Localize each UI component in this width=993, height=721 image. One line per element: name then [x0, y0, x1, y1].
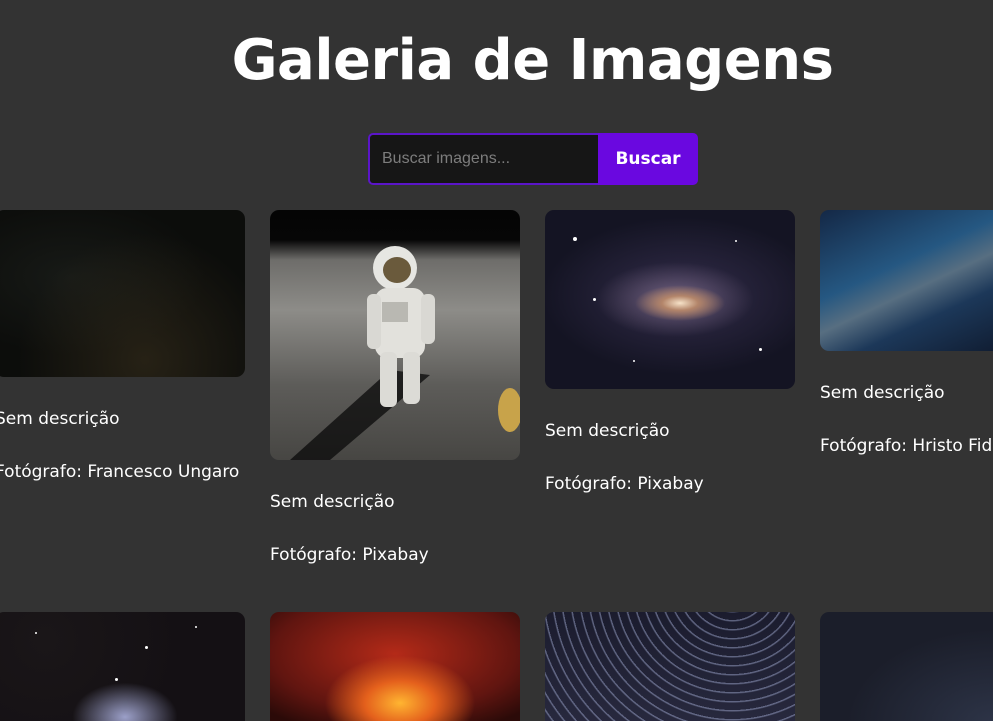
card-description: Sem descrição [820, 383, 945, 403]
gallery-card: Sem descrição Fotógrafo: Pixabay [545, 210, 795, 499]
gallery-card: Sem descrição Fotógrafo: Francesco Ungar… [0, 210, 245, 487]
gallery-card: Sem descrição Fotógrafo: Hristo Fidanov [820, 210, 993, 461]
card-image[interactable] [270, 612, 520, 721]
card-image[interactable] [0, 210, 245, 377]
gallery-page: Galeria de Imagens Buscar Sem descrição … [0, 0, 993, 721]
gallery-card [820, 612, 993, 721]
card-image[interactable] [0, 612, 245, 721]
card-photographer: Fotógrafo: Francesco Ungaro [0, 462, 240, 482]
astronaut-illustration [290, 246, 520, 460]
search-button[interactable]: Buscar [598, 133, 698, 185]
search-input[interactable] [368, 133, 598, 185]
card-description: Sem descrição [270, 492, 395, 512]
gallery-card [545, 612, 795, 721]
gallery-card [270, 612, 520, 721]
card-description: Sem descrição [545, 421, 670, 441]
card-photographer: Fotógrafo: Pixabay [270, 545, 429, 565]
card-image[interactable] [545, 210, 795, 389]
page-title: Galeria de Imagens [231, 28, 834, 93]
card-image[interactable] [820, 210, 993, 351]
card-image[interactable] [820, 612, 993, 721]
card-image[interactable] [545, 612, 795, 721]
search-form: Buscar [368, 133, 698, 185]
gallery-card: Sem descrição Fotógrafo: Pixabay [270, 210, 520, 570]
card-photographer: Fotógrafo: Pixabay [545, 474, 704, 494]
card-image[interactable] [270, 210, 520, 460]
gallery-card [0, 612, 245, 721]
card-description: Sem descrição [0, 409, 120, 429]
card-photographer: Fotógrafo: Hristo Fidanov [820, 436, 993, 456]
